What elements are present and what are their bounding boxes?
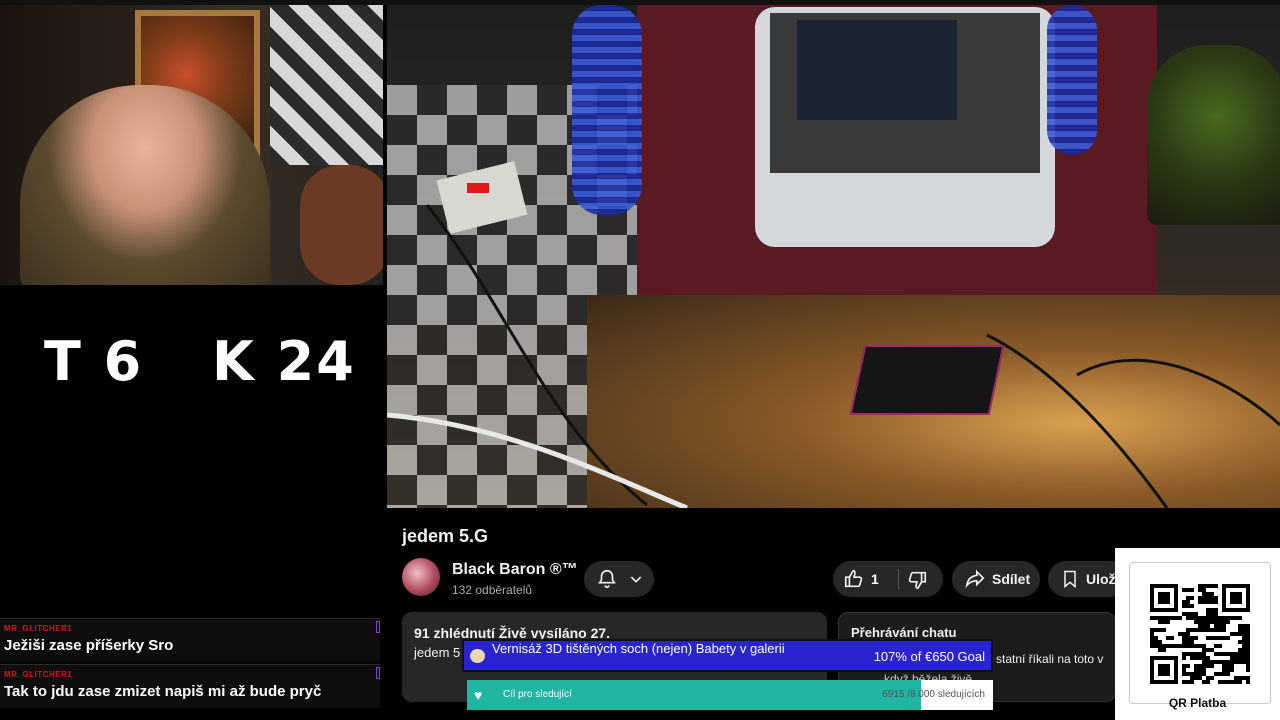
donation-goal-bar: Vernisáž 3D tištěných soch (nejen) Babet… [462,639,993,672]
k-counter: K 24 [212,330,356,393]
follower-count: 6915 /8 000 sledujících [882,689,985,700]
qr-payment-panel: QR Platba [1115,548,1280,720]
chat-username: MR_GLITCHER1 [4,624,73,633]
chevron-down-icon [630,576,642,583]
chat-replay-text: statní říkali na toto v [996,652,1104,666]
chat-marker [376,667,380,679]
thumbs-up-icon [844,569,863,588]
share-label: Sdílet [992,571,1031,587]
chat-replay-title: Přehrávání chatu [851,625,957,640]
notifications-button[interactable] [584,561,654,597]
chat-username: MR_GLITCHER1 [4,670,73,679]
cables [387,204,1280,508]
subscriber-count: 132 odběratelů [452,583,533,597]
follower-goal-label: Cíl pro sledující [503,689,572,700]
qr-label: QR Platba [1168,696,1227,710]
like-button[interactable] [843,568,865,595]
share-button[interactable]: Sdílet [952,561,1040,597]
t-counter: T 6 [44,330,144,393]
pill-divider [898,569,899,589]
webcam-feed [0,5,383,285]
like-dislike-group: 1 [833,561,943,597]
chat-text: Ježiši zase příšerky Sro [4,637,174,654]
description-text: jedem 5 [414,645,461,660]
bookmark-icon [1064,570,1076,589]
video-player[interactable] [387,5,1280,508]
chat-marker [376,621,380,633]
piggy-icon [470,649,485,663]
avatar[interactable] [402,558,440,596]
qr-code [1150,584,1250,684]
thumbs-down-icon [908,571,927,590]
save-label: Ulož [1086,571,1116,587]
goal-title: Vernisáž 3D tištěných soch (nejen) Babet… [492,641,785,656]
goal-progress-text: 107% of €650 Goal [873,649,985,664]
acoustic-foam [270,5,383,165]
dislike-button[interactable] [906,569,928,596]
plush-toy [300,165,383,285]
channel-name[interactable]: Black Baron ®™ [452,561,578,579]
share-icon [965,569,985,589]
like-count: 1 [871,571,879,587]
chat-text: Tak to jdu zase zmizet napiš mi až bude … [4,683,322,700]
stream-overlay: T 6 K 24 MR_GLITCHER1 Ježiši zase příšer… [0,0,1280,720]
chat-message: MR_GLITCHER1 Ježiši zase příšerky Sro [0,618,380,662]
bell-icon [598,569,616,589]
follower-goal-bar: ♥ Cíl pro sledující 6915 /8 000 sledujíc… [467,680,993,710]
follower-icon: ♥ [474,687,483,703]
chat-message: MR_GLITCHER1 Tak to jdu zase zmizet napi… [0,664,380,708]
video-title: jedem 5.G [402,526,489,546]
